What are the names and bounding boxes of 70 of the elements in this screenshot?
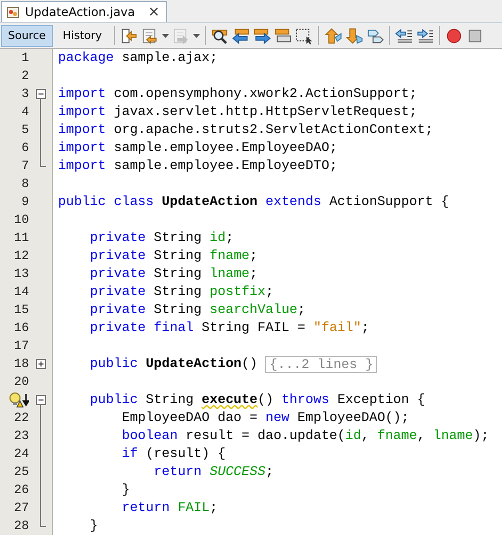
line-number: 7 (21, 158, 29, 175)
line-number: 8 (21, 176, 29, 193)
line-number: 1 (21, 50, 29, 67)
line-number: 2 (21, 68, 29, 85)
expand-icon[interactable] (36, 359, 46, 369)
line-number: 14 (14, 284, 29, 301)
code-line: import com.opensymphony.xwork2.ActionSupport; (58, 85, 418, 103)
back-arrow-icon[interactable] (120, 26, 138, 44)
line-number: 24 (14, 446, 29, 463)
line-number: 12 (14, 248, 29, 265)
java-file-icon (6, 5, 20, 19)
down-arrow-icon[interactable] (344, 26, 363, 44)
line-number: 9 (21, 194, 29, 211)
code-line: private String fname; (88, 247, 258, 265)
code-line: private String searchValue; (88, 301, 306, 319)
code-line: } (120, 481, 130, 499)
line-number: 28 (14, 518, 29, 535)
line-number: 11 (14, 230, 29, 247)
line-number: 25 (14, 464, 29, 481)
close-button[interactable]: × (148, 5, 160, 19)
indent-icon[interactable] (416, 26, 434, 44)
code-line: public class UpdateAction extends ActionSupport { (58, 193, 450, 211)
file-tab-title: UpdateAction.java (25, 5, 135, 19)
code-line: import sample.employee.EmployeeDTO; (58, 157, 338, 175)
line-number: 4 (21, 104, 29, 121)
code-line: if (result) { (120, 445, 226, 463)
code-line: return FAIL; (120, 499, 218, 517)
document-arrow-icon[interactable] (140, 26, 159, 44)
collapse-icon[interactable] (36, 395, 46, 405)
line-number: 3 (21, 86, 29, 103)
code-line: EmployeeDAO dao = new EmployeeDAO(); (120, 409, 410, 427)
code-line: } (88, 517, 98, 535)
file-tab[interactable]: UpdateAction.java × (1, 1, 167, 22)
line-number: 13 (14, 266, 29, 283)
left-arrow-icon[interactable] (232, 26, 250, 44)
line-number: 5 (21, 122, 29, 139)
outdent-icon[interactable] (394, 26, 413, 44)
view-tab[interactable]: Source (1, 24, 53, 46)
line-number: 18 (14, 356, 29, 373)
code-line: boolean result = dao.update(id, fname, lname); (120, 427, 489, 445)
line-number: 23 (14, 428, 29, 445)
line-number: 10 (14, 212, 29, 229)
code-line: private String postfix; (88, 283, 274, 301)
lightbulb-warning-icon[interactable] (9, 392, 29, 408)
right-arrow-icon[interactable] (252, 26, 271, 44)
code-line: private String id; (88, 229, 234, 247)
code-line: import sample.employee.EmployeeDAO; (58, 139, 338, 157)
line-number: 20 (14, 374, 29, 391)
view-tab[interactable]: History (56, 24, 109, 46)
folded-code-box[interactable]: {...2 lines } (265, 356, 378, 372)
stacked-bars-icon[interactable] (274, 26, 292, 44)
up-arrow-icon[interactable] (324, 26, 342, 44)
dotted-rectangle-icon[interactable] (294, 26, 313, 44)
code-line: package sample.ajax; (58, 49, 218, 67)
code-line: return SUCCESS; (152, 463, 274, 481)
code-line: private final String FAIL = "fail"; (88, 319, 370, 337)
line-number: 15 (14, 302, 29, 319)
line-number: 17 (14, 338, 29, 355)
record-icon[interactable] (444, 26, 463, 44)
line-number: 27 (14, 500, 29, 517)
line-number: 22 (14, 410, 29, 427)
code-line: import org.apache.struts2.ServletActionContext; (58, 121, 434, 139)
code-line: public String execute() throws Exception { (88, 391, 426, 409)
collapse-icon[interactable] (36, 89, 46, 99)
code-line: public UpdateAction() (88, 355, 258, 373)
code-line: import javax.servlet.http.HttpServletRequest; (58, 103, 418, 121)
code-line: private String lname; (88, 265, 258, 283)
line-number: 6 (21, 140, 29, 157)
line-number: 16 (14, 320, 29, 337)
line-number: 26 (14, 482, 29, 499)
